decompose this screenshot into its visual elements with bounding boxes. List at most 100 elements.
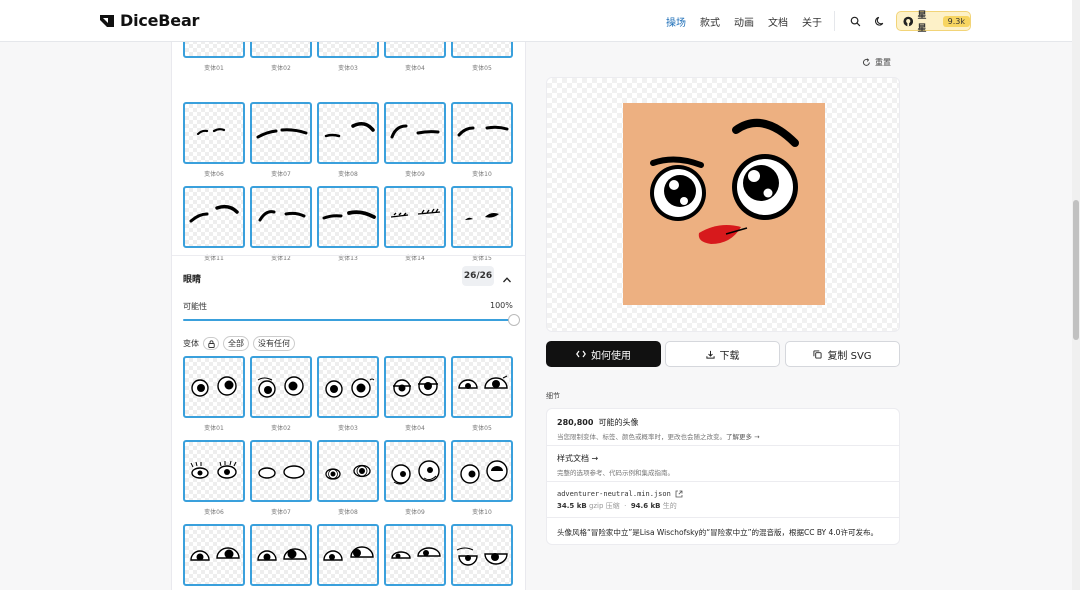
nav-item[interactable]: 关于 (802, 14, 822, 29)
variant-tile[interactable] (451, 524, 513, 586)
variant-option[interactable]: 变体09 (384, 440, 446, 524)
variant-option[interactable]: 变体10 (451, 102, 513, 186)
variant-option[interactable] (451, 524, 513, 590)
variant-option[interactable]: 变体01 (183, 42, 245, 102)
variant-tile[interactable] (250, 42, 312, 58)
variant-preview-image (258, 465, 305, 479)
variant-tile[interactable] (250, 440, 312, 502)
variant-option-label: 变体04 (405, 425, 425, 432)
variant-option[interactable]: 变体02 (250, 42, 312, 102)
style-docs-link[interactable]: 样式文档 → (557, 453, 889, 464)
variant-tile[interactable] (451, 186, 513, 248)
variant-option[interactable] (384, 524, 446, 590)
nav-item[interactable]: 动画 (734, 14, 754, 29)
variant-option[interactable]: 变体02 (250, 356, 312, 440)
copy-svg-button[interactable]: 复制 SVG (785, 341, 900, 367)
download-button[interactable]: 下载 (665, 341, 780, 367)
variant-option[interactable] (250, 524, 312, 590)
variant-option[interactable]: 变体10 (451, 440, 513, 524)
variant-option[interactable]: 变体13 (317, 186, 379, 270)
variant-option[interactable]: 变体03 (317, 356, 379, 440)
variant-tile[interactable] (384, 440, 446, 502)
variant-option[interactable]: 变体03 (317, 42, 379, 102)
variant-tile[interactable] (317, 42, 379, 58)
variant-option[interactable]: 变体11 (183, 186, 245, 270)
section-divider (172, 255, 525, 256)
variant-tile[interactable] (183, 356, 245, 418)
variant-tile[interactable] (183, 524, 245, 586)
lock-chip[interactable] (203, 337, 219, 350)
variant-option-label: 变体09 (405, 171, 425, 178)
variant-tile[interactable] (451, 102, 513, 164)
variant-tile[interactable] (317, 186, 379, 248)
collapse-button[interactable] (502, 270, 512, 289)
variant-option[interactable]: 变体15 (451, 186, 513, 270)
variant-option[interactable]: 变体07 (250, 102, 312, 186)
scrollbar-thumb[interactable] (1073, 200, 1079, 340)
logo[interactable]: DiceBear (99, 11, 199, 30)
variant-preview-image (324, 122, 375, 138)
reset-button[interactable]: 重置 (862, 57, 891, 68)
search-button[interactable] (845, 11, 865, 31)
variant-option[interactable]: 变体01 (183, 356, 245, 440)
probability-value: 100% (490, 301, 513, 310)
details-card: 280,800 可能的头像 当您限制变体、标签、颜色或概率时，更改也会随之改变。… (546, 408, 900, 545)
variant-tile[interactable] (384, 102, 446, 164)
page-scrollbar[interactable] (1072, 0, 1080, 590)
gzip-label: gzip 压缩 (588, 502, 620, 510)
file-info-row: adventurer-neutral.min.json 34.5 kB gzip… (557, 490, 889, 511)
probability-slider-handle[interactable] (508, 314, 520, 326)
variant-tile[interactable] (250, 524, 312, 586)
variant-tile[interactable] (317, 102, 379, 164)
variant-tile[interactable] (317, 440, 379, 502)
details-divider (547, 481, 899, 482)
avatar-preview (546, 77, 900, 332)
how-to-use-button[interactable]: 如何使用 (546, 341, 661, 367)
variant-tile[interactable] (451, 356, 513, 418)
variant-option-label: 变体10 (472, 171, 492, 178)
variant-tile[interactable] (384, 42, 446, 58)
variant-option[interactable]: 变体07 (250, 440, 312, 524)
variant-tile[interactable] (384, 356, 446, 418)
variant-tile[interactable] (183, 102, 245, 164)
variant-tile[interactable] (183, 440, 245, 502)
variant-option[interactable]: 变体09 (384, 102, 446, 186)
main-nav: 操场 款式 动画 文档 关于 (666, 14, 822, 29)
variant-option[interactable]: 变体14 (384, 186, 446, 270)
variant-preview-image (456, 547, 508, 566)
file-name-link[interactable]: adventurer-neutral.min.json (557, 490, 671, 498)
variant-option[interactable]: 变体05 (451, 356, 513, 440)
variant-tile[interactable] (183, 186, 245, 248)
all-chip[interactable]: 全部 (223, 336, 249, 351)
nav-item[interactable]: 操场 (666, 14, 686, 29)
variant-option-label: 变体06 (204, 171, 224, 178)
variant-tile[interactable] (451, 42, 513, 58)
theme-toggle-button[interactable] (870, 11, 890, 31)
github-star-button[interactable]: 星星 9.3k (896, 11, 971, 34)
variant-option[interactable]: 变体06 (183, 440, 245, 524)
variant-option[interactable] (183, 524, 245, 590)
variant-option[interactable]: 变体08 (317, 440, 379, 524)
variant-tile[interactable] (317, 356, 379, 418)
none-chip[interactable]: 没有任何 (253, 336, 295, 351)
variant-tile[interactable] (451, 440, 513, 502)
learn-more-link[interactable]: 了解更多 → (726, 433, 760, 441)
variant-option[interactable]: 变体04 (384, 356, 446, 440)
variant-option[interactable]: 变体05 (451, 42, 513, 102)
nav-item[interactable]: 款式 (700, 14, 720, 29)
variant-option[interactable] (317, 524, 379, 590)
variant-tile[interactable] (384, 524, 446, 586)
variant-option[interactable]: 变体12 (250, 186, 312, 270)
variant-tile[interactable] (317, 524, 379, 586)
variant-tile[interactable] (250, 356, 312, 418)
variant-option[interactable]: 变体04 (384, 42, 446, 102)
probability-slider-track[interactable] (183, 319, 514, 321)
variant-tile[interactable] (250, 102, 312, 164)
nav-item[interactable]: 文档 (768, 14, 788, 29)
variant-option[interactable]: 变体08 (317, 102, 379, 186)
variant-tile[interactable] (250, 186, 312, 248)
variant-tile[interactable] (183, 42, 245, 58)
variant-option[interactable]: 变体06 (183, 102, 245, 186)
variant-preview-image (390, 208, 441, 218)
variant-tile[interactable] (384, 186, 446, 248)
